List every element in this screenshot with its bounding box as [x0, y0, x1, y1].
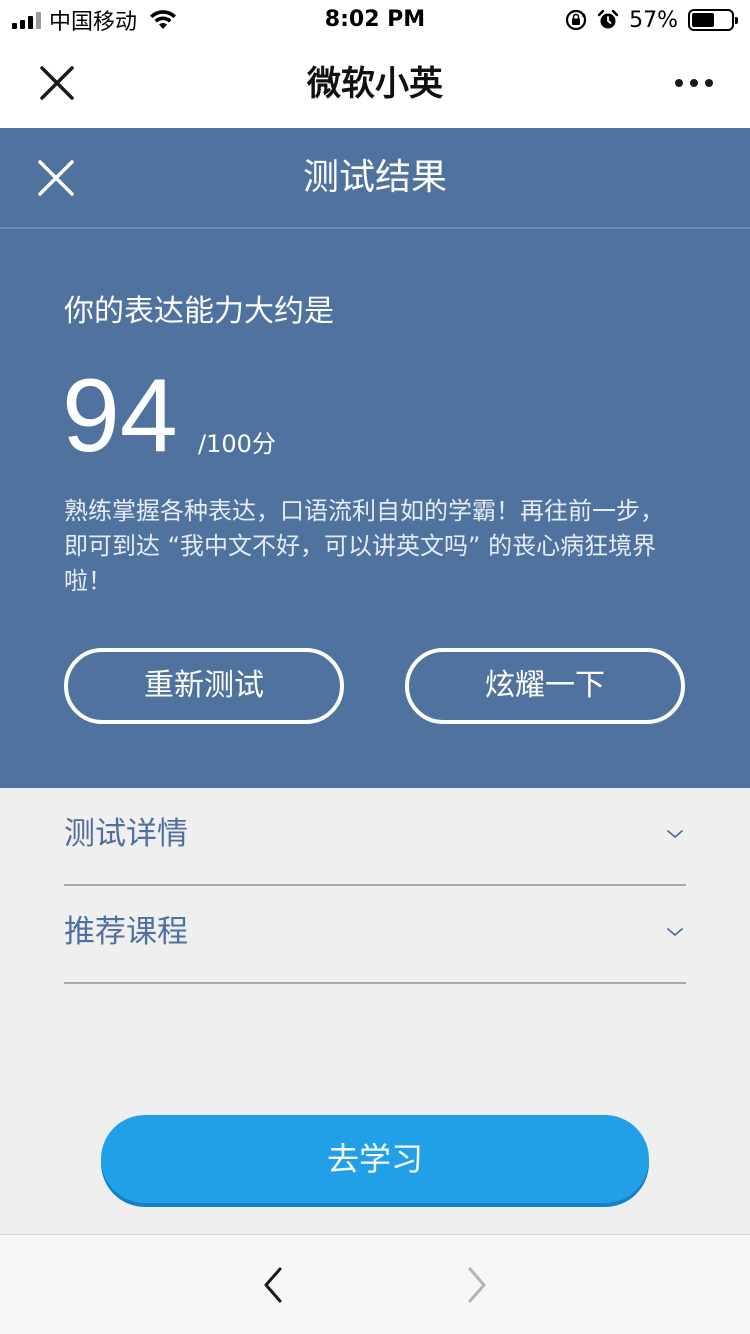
chevron-down-icon — [667, 830, 683, 839]
wechat-nav-bar: 微软小英 — [0, 40, 750, 128]
status-bar: 中国移动 8:02 PM 57% — [0, 0, 750, 40]
more-dots-icon[interactable] — [674, 70, 714, 96]
result-header: 测试结果 — [0, 128, 750, 229]
retry-test-button[interactable]: 重新测试 — [64, 648, 344, 724]
chevron-down-icon — [667, 928, 683, 937]
accordion-item-recommended-courses[interactable]: 推荐课程 — [64, 886, 686, 984]
score-max: /100分 — [198, 430, 276, 458]
accordion-label: 测试详情 — [64, 816, 188, 852]
result-title: 测试结果 — [302, 157, 447, 198]
go-study-button[interactable]: 去学习 — [101, 1115, 649, 1203]
share-result-button[interactable]: 炫耀一下 — [405, 648, 685, 724]
result-panel: 测试结果 你的表达能力大约是 94 /100分 熟练掌握各种表达，口语流利自如的… — [0, 128, 750, 788]
battery-icon — [688, 9, 738, 31]
rotation-lock-icon — [565, 9, 587, 31]
detail-accordion: 测试详情 推荐课程 — [64, 788, 686, 984]
alarm-icon — [597, 9, 619, 29]
accordion-item-test-details[interactable]: 测试详情 — [64, 788, 686, 886]
result-description: 熟练掌握各种表达，口语流利自如的学霸！再往前一步，即可到达 “我中文不好，可以讲… — [64, 497, 664, 595]
battery-percent: 57% — [629, 7, 678, 33]
chevron-left-icon[interactable] — [256, 1265, 292, 1305]
chevron-right-icon[interactable] — [458, 1265, 494, 1305]
battery-level-fill — [692, 13, 714, 27]
result-subtitle: 你的表达能力大约是 — [64, 294, 334, 329]
score-value: 94 — [62, 358, 178, 474]
page-title: 微软小英 — [307, 64, 443, 104]
accordion-label: 推荐课程 — [64, 914, 188, 950]
status-bar-right: 57% — [565, 6, 738, 34]
browser-toolbar — [0, 1234, 750, 1334]
